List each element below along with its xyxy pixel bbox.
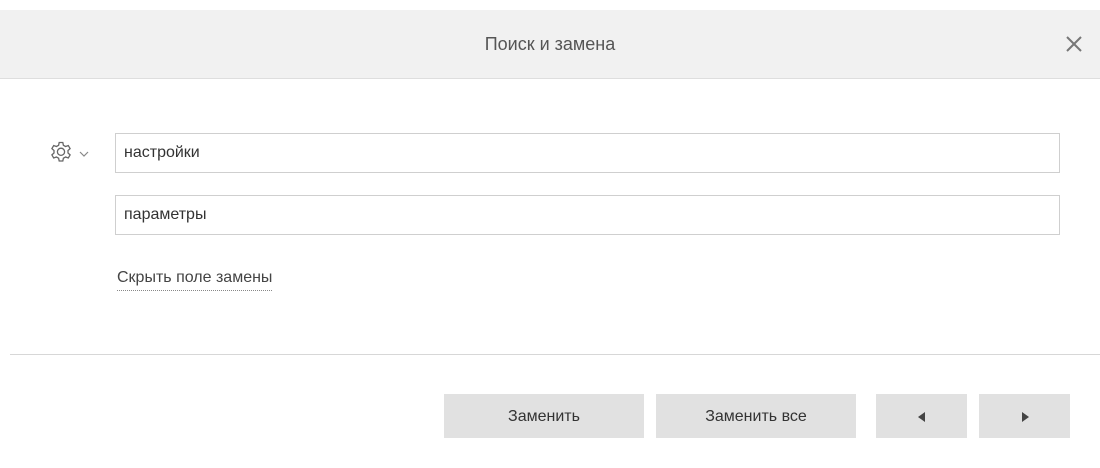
close-button[interactable] [1062,32,1086,56]
triangle-right-icon [1021,411,1029,422]
replace-all-button[interactable]: Заменить все [656,394,856,438]
replace-input[interactable] [115,195,1060,235]
find-input[interactable] [115,133,1060,173]
find-replace-dialog: Поиск и замена Скрыть поле замены Замени… [0,0,1100,468]
close-icon [1066,36,1082,52]
previous-match-button[interactable] [876,394,967,438]
next-match-button[interactable] [979,394,1070,438]
hide-replace-field-link[interactable]: Скрыть поле замены [117,269,273,291]
triangle-left-icon [917,411,925,422]
replace-button[interactable]: Заменить [444,394,644,438]
search-settings-button[interactable] [48,140,98,166]
chevron-down-icon [79,151,89,157]
footer-divider [10,354,1100,355]
gear-icon [51,141,71,162]
dialog-title: Поиск и замена [484,34,616,54]
dialog-titlebar: Поиск и замена [0,10,1100,79]
